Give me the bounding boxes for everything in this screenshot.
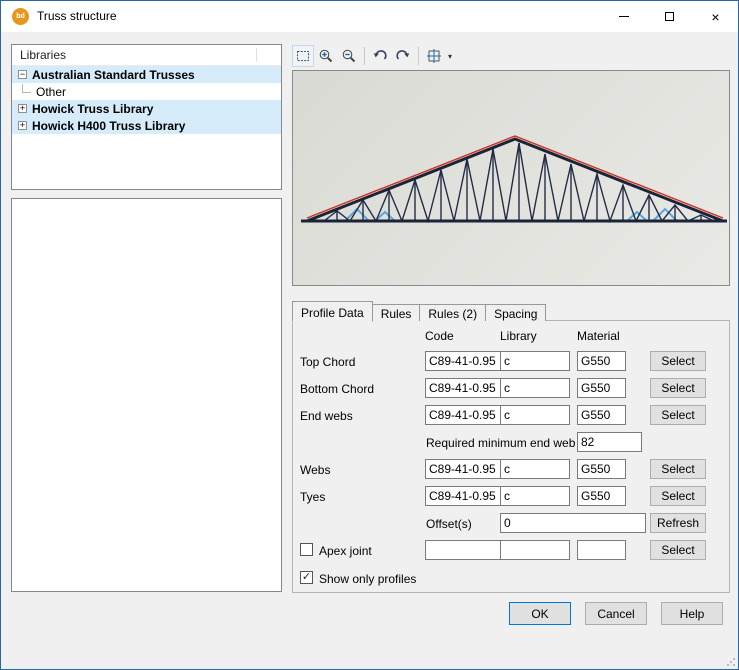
tyes-library-input[interactable] bbox=[500, 486, 570, 506]
bottom-chord-select-button[interactable]: Select bbox=[650, 378, 706, 398]
top-chord-row: Top Chord Select bbox=[293, 351, 731, 373]
code-column-header: Code bbox=[425, 329, 454, 343]
webs-select-button[interactable]: Select bbox=[650, 459, 706, 479]
tree-item-label: Australian Standard Trusses bbox=[32, 68, 195, 82]
zoom-in-icon[interactable] bbox=[315, 45, 337, 67]
tree-item-howick-h400-truss-library[interactable]: + Howick H400 Truss Library bbox=[12, 117, 281, 134]
end-web-length-row: Required minimum end web length bbox=[293, 432, 731, 454]
tab-rules-2[interactable]: Rules (2) bbox=[419, 304, 486, 321]
material-column-header: Material bbox=[577, 329, 620, 343]
rotate-cw-icon[interactable] bbox=[392, 45, 414, 67]
bottom-chord-row: Bottom Chord Select bbox=[293, 378, 731, 400]
end-webs-select-button[interactable]: Select bbox=[650, 405, 706, 425]
rotate-ccw-icon[interactable] bbox=[369, 45, 391, 67]
apex-joint-row: Apex joint Select bbox=[293, 540, 731, 562]
truss-viewport[interactable] bbox=[292, 70, 730, 286]
end-webs-library-input[interactable] bbox=[500, 405, 570, 425]
top-chord-select-button[interactable]: Select bbox=[650, 351, 706, 371]
offset-row: Offset(s) Refresh bbox=[293, 513, 731, 535]
tree-branch-line bbox=[22, 84, 31, 93]
maximize-icon bbox=[665, 12, 674, 21]
show-only-profiles-row: ✓ Show only profiles bbox=[293, 568, 731, 590]
show-only-profiles-checkbox[interactable]: ✓ bbox=[300, 571, 313, 584]
tyes-row: Tyes Select bbox=[293, 486, 731, 508]
apex-joint-checkbox[interactable] bbox=[300, 543, 313, 556]
end-webs-material-input[interactable] bbox=[577, 405, 626, 425]
tree-item-label: Howick Truss Library bbox=[32, 102, 153, 116]
zoom-window-icon[interactable] bbox=[292, 45, 314, 67]
tab-strip: Profile Data Rules Rules (2) Spacing bbox=[292, 300, 545, 321]
tab-profile-data[interactable]: Profile Data bbox=[292, 301, 373, 322]
refresh-button[interactable]: Refresh bbox=[650, 513, 706, 533]
check-icon: ✓ bbox=[302, 571, 311, 583]
apex-select-button[interactable]: Select bbox=[650, 540, 706, 560]
row-label: Webs bbox=[300, 463, 330, 477]
expand-icon[interactable]: + bbox=[18, 121, 27, 130]
end-web-length-input[interactable] bbox=[577, 432, 642, 452]
truss-drawing bbox=[293, 71, 729, 285]
zoom-out-icon[interactable] bbox=[338, 45, 360, 67]
close-icon: × bbox=[711, 10, 719, 24]
row-label: Tyes bbox=[300, 490, 325, 504]
top-chord-material-input[interactable] bbox=[577, 351, 626, 371]
ok-button[interactable]: OK bbox=[509, 602, 571, 625]
close-button[interactable]: × bbox=[693, 1, 738, 32]
tree-item-other[interactable]: Other bbox=[12, 83, 281, 100]
top-chord-library-input[interactable] bbox=[500, 351, 570, 371]
row-label: Bottom Chord bbox=[300, 382, 374, 396]
tyes-material-input[interactable] bbox=[577, 486, 626, 506]
title-bar: bd Truss structure × bbox=[1, 1, 738, 32]
chevron-down-icon[interactable]: ▾ bbox=[448, 52, 452, 61]
minimize-button[interactable] bbox=[601, 1, 646, 32]
tree-item-label: Howick H400 Truss Library bbox=[32, 119, 185, 133]
expand-icon[interactable]: + bbox=[18, 104, 27, 113]
toolbar-separator bbox=[364, 47, 365, 65]
truss-list-panel[interactable] bbox=[11, 198, 282, 592]
tree-item-howick-truss-library[interactable]: + Howick Truss Library bbox=[12, 100, 281, 117]
row-label: End webs bbox=[300, 409, 353, 423]
profile-data-panel: Code Library Material Top Chord Select B… bbox=[292, 320, 730, 593]
apex-material-input[interactable] bbox=[577, 540, 626, 560]
maximize-button[interactable] bbox=[647, 1, 692, 32]
offset-label: Offset(s) bbox=[426, 517, 472, 531]
webs-material-input[interactable] bbox=[577, 459, 626, 479]
collapse-icon[interactable]: − bbox=[18, 70, 27, 79]
offset-input[interactable] bbox=[500, 513, 646, 533]
truss-structure-dialog: bd Truss structure × Libraries − Austral… bbox=[0, 0, 739, 670]
bottom-chord-library-input[interactable] bbox=[500, 378, 570, 398]
webs-row: Webs Select bbox=[293, 459, 731, 481]
tab-rules[interactable]: Rules bbox=[372, 304, 421, 321]
column-headers: Code Library Material bbox=[293, 329, 731, 351]
webs-library-input[interactable] bbox=[500, 459, 570, 479]
resize-grip[interactable] bbox=[726, 657, 736, 667]
apex-joint-label: Apex joint bbox=[319, 544, 372, 558]
toolbar-separator bbox=[418, 47, 419, 65]
tyes-select-button[interactable]: Select bbox=[650, 486, 706, 506]
bottom-chord-material-input[interactable] bbox=[577, 378, 626, 398]
app-icon: bd bbox=[12, 8, 29, 25]
zoom-extents-icon[interactable] bbox=[423, 45, 445, 67]
apex-library-input[interactable] bbox=[500, 540, 570, 560]
row-label: Top Chord bbox=[300, 355, 355, 369]
tree-item-label: Other bbox=[36, 85, 66, 99]
window-title: Truss structure bbox=[37, 1, 117, 32]
libraries-panel: Libraries − Australian Standard Trusses … bbox=[11, 44, 282, 190]
help-button[interactable]: Help bbox=[661, 602, 723, 625]
tab-spacing[interactable]: Spacing bbox=[485, 304, 546, 321]
cancel-button[interactable]: Cancel bbox=[585, 602, 647, 625]
libraries-column-header[interactable]: Libraries bbox=[12, 45, 281, 66]
minimize-icon bbox=[619, 16, 629, 17]
viewer-toolbar: ▾ bbox=[292, 43, 730, 69]
library-column-header: Library bbox=[500, 329, 537, 343]
show-only-profiles-label: Show only profiles bbox=[319, 572, 416, 586]
end-webs-row: End webs Select bbox=[293, 405, 731, 427]
tree-item-australian-standard-trusses[interactable]: − Australian Standard Trusses bbox=[12, 66, 281, 83]
